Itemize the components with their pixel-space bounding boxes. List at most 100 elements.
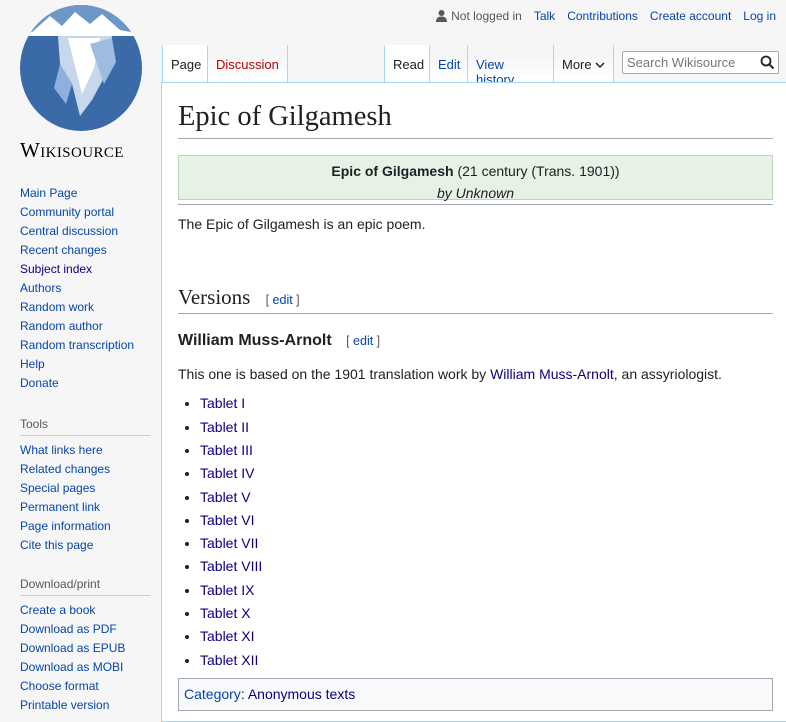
sidebar-item-special-pages[interactable]: Special pages [20,479,160,498]
sidebar-item-download-epub[interactable]: Download as EPUB [20,639,160,658]
tablet-link[interactable]: Tablet XII [200,652,258,668]
sidebar-item-page-information[interactable]: Page information [20,517,160,536]
translation-description: This one is based on the 1901 translatio… [178,366,777,382]
not-logged-in: Not logged in [436,9,522,23]
sidebar-link[interactable]: Printable version [20,698,109,712]
sidebar-item-printable-version[interactable]: Printable version [20,696,160,715]
sidebar-link[interactable]: Help [20,357,45,371]
tablet-link[interactable]: Tablet I [200,395,245,411]
category-anonymous-texts-link[interactable]: Anonymous texts [248,686,355,702]
sidebar-link[interactable]: Choose format [20,679,99,693]
tablet-link[interactable]: Tablet III [200,442,253,458]
sidebar-link[interactable]: Central discussion [20,224,118,238]
work-header-box: Epic of Gilgamesh (21 century (Trans. 19… [178,155,773,201]
sidebar-item-main-page[interactable]: Main Page [20,184,160,203]
tablet-link[interactable]: Tablet VIII [200,558,262,574]
sidebar-link[interactable]: Special pages [20,481,95,495]
talk-link[interactable]: Talk [534,9,555,23]
tab-discussion-label: Discussion [216,57,279,72]
tab-edit[interactable]: Edit [430,45,468,82]
sidebar-item-random-work[interactable]: Random work [20,298,160,317]
tablet-link[interactable]: Tablet X [200,605,251,621]
list-item: Tablet III [200,441,777,464]
sidebar-link[interactable]: Recent changes [20,243,107,257]
tablet-link[interactable]: Tablet II [200,419,249,435]
edit-section-link[interactable]: edit [273,293,293,307]
sidebar-link[interactable]: Cite this page [20,538,93,552]
sidebar-link[interactable]: What links here [20,443,103,457]
sidebar-link[interactable]: Random author [20,319,103,333]
sidebar-item-random-transcription[interactable]: Random transcription [20,336,160,355]
wikisource-wordmark: Wikisource [20,138,124,162]
translator-link[interactable]: William Muss-Arnolt [490,366,614,382]
search-input[interactable] [623,52,753,73]
sidebar-link[interactable]: Random transcription [20,338,134,352]
list-item: Tablet I [200,394,777,417]
tablet-link[interactable]: Tablet IX [200,582,254,598]
sidebar-item-subject-index[interactable]: Subject index [20,260,160,279]
sidebar-link[interactable]: Create a book [20,603,95,617]
sidebar-item-what-links-here[interactable]: What links here [20,441,160,460]
tablet-link[interactable]: Tablet XI [200,628,254,644]
tablet-link[interactable]: Tablet VI [200,512,254,528]
versions-heading-text: Versions [178,285,251,310]
tablet-link[interactable]: Tablet VII [200,535,258,551]
tab-page[interactable]: Page [162,45,208,82]
sidebar-link[interactable]: Authors [20,281,61,295]
sidebar-tools: What links here Related changes Special … [0,441,160,555]
sidebar-item-cite-this-page[interactable]: Cite this page [20,536,160,555]
sidebar-item-download-mobi[interactable]: Download as MOBI [20,658,160,677]
create-account-link[interactable]: Create account [650,9,731,23]
translator-heading: William Muss-Arnolt [ edit ] [178,332,777,350]
sidebar-item-random-author[interactable]: Random author [20,317,160,336]
sidebar-link[interactable]: Subject index [20,262,92,276]
sidebar-item-central-discussion[interactable]: Central discussion [20,222,160,241]
sidebar-item-recent-changes[interactable]: Recent changes [20,241,160,260]
category-label-link[interactable]: Category [184,686,241,702]
sidebar-item-related-changes[interactable]: Related changes [20,460,160,479]
contributions-link[interactable]: Contributions [567,9,638,23]
search-icon[interactable] [760,55,775,70]
intro-text: The Epic of Gilgamesh is an epic poem. [178,216,426,233]
sidebar-link[interactable]: Page information [20,519,111,533]
sidebar-item-choose-format[interactable]: Choose format [20,677,160,696]
not-logged-in-label: Not logged in [451,9,522,23]
tablet-link[interactable]: Tablet IV [200,465,254,481]
sidebar-link[interactable]: Main Page [20,186,77,200]
list-item: Tablet XI [200,627,777,650]
sidebar-link[interactable]: Random work [20,300,94,314]
sidebar-link[interactable]: Donate [20,376,59,390]
sidebar-item-donate[interactable]: Donate [20,374,160,393]
user-icon [436,10,448,22]
site-logo[interactable]: Wikisource [0,0,160,165]
tablet-link[interactable]: Tablet V [200,489,251,505]
sidebar-link[interactable]: Download as EPUB [20,641,125,655]
work-author: by Unknown [436,185,515,202]
tools-heading: Tools [20,417,150,436]
tab-read[interactable]: Read [384,45,430,82]
personal-tools: Not logged in Talk Contributions Create … [436,9,776,23]
sidebar-item-download-pdf[interactable]: Download as PDF [20,620,160,639]
sidebar-link[interactable]: Related changes [20,462,110,476]
search-box [622,51,779,74]
tab-discussion[interactable]: Discussion [208,45,288,82]
list-item: Tablet V [200,488,777,511]
sidebar-link[interactable]: Download as PDF [20,622,117,636]
versions-edit-section: [ edit ] [265,293,300,308]
sidebar-link[interactable]: Permanent link [20,500,100,514]
tab-more-menu[interactable]: More [554,45,614,82]
download-print-heading: Download/print [20,577,150,596]
sidebar-item-create-book[interactable]: Create a book [20,601,160,620]
versions-heading: Versions [ edit ] [178,284,773,315]
edit-section-link[interactable]: edit [353,334,373,348]
sidebar-link[interactable]: Community portal [20,205,114,219]
sidebar-item-community-portal[interactable]: Community portal [20,203,160,222]
sidebar-item-authors[interactable]: Authors [20,279,160,298]
sidebar-item-help[interactable]: Help [20,355,160,374]
sidebar-link[interactable]: Download as MOBI [20,660,123,674]
log-in-link[interactable]: Log in [743,9,776,23]
list-item: Tablet X [200,604,777,627]
sidebar-item-permanent-link[interactable]: Permanent link [20,498,160,517]
tab-view-history[interactable]: View history [468,45,554,87]
tab-page-label: Page [171,57,202,72]
